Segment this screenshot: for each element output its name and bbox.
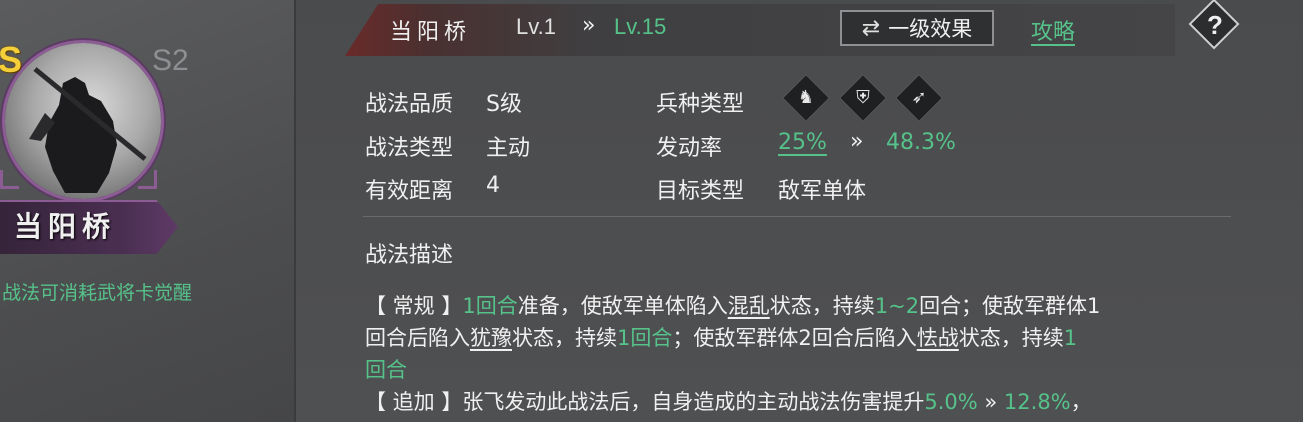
status-term: 混乱 (727, 294, 770, 318)
unit-type-label: 兵种类型 (656, 92, 745, 117)
rate-arrow-icon: » (850, 129, 864, 154)
status-term: 犹豫 (470, 326, 512, 350)
trigger-rate-label: 发动率 (656, 136, 723, 161)
swap-icon: ⇄ (861, 15, 881, 41)
trigger-rate-from: 25% (778, 130, 827, 155)
desc-text: 准备，使敌军单体陷入 (517, 294, 728, 318)
effect-level-label: 一级效果 (888, 17, 973, 41)
awaken-note: 战法可消耗武将卡觉醒 (2, 282, 193, 304)
description-line-3: 回合 (365, 354, 407, 384)
tag-normal: 【 常规 】 (365, 294, 463, 318)
right-panel (296, 0, 1303, 422)
highlight-value: 回合 (365, 358, 407, 382)
arrow-icon: » (977, 390, 1004, 414)
quality-badge: S (0, 39, 23, 80)
header-skill-name: 当阳桥 (390, 20, 472, 45)
effect-level-button[interactable]: ⇄ 一级效果 (840, 10, 994, 46)
highlight-value: 12.8% (1003, 390, 1071, 414)
desc-text: 状态，持续 (512, 326, 617, 350)
desc-text: 回合后陷入 (365, 326, 470, 350)
desc-text: ；使敌军群体2回合后陷入 (672, 326, 917, 350)
level-arrow-icon: » (582, 13, 596, 38)
description-line-4: 【 追加 】张飞发动此战法后，自身造成的主动战法伤害提升5.0% » 12.8%… (365, 386, 1092, 416)
desc-text: 状态，持续 (958, 326, 1064, 350)
skill-name: 当阳桥 (14, 210, 117, 243)
level-from: Lv.1 (516, 14, 556, 39)
status-term: 怯战 (916, 326, 959, 350)
frame-corner (138, 170, 157, 189)
desc-text: 回合；使敌军群体1 (919, 294, 1101, 318)
season-label: S2 (152, 44, 189, 77)
range-label: 有效距离 (365, 179, 454, 204)
description-title: 战法描述 (365, 243, 454, 268)
quality-label: 战法品质 (365, 92, 454, 117)
trigger-rate-to: 48.3% (886, 130, 956, 155)
description-line-2: 回合后陷入犹豫状态，持续1回合；使敌军群体2回合后陷入怯战状态，持续1 (365, 322, 1077, 352)
description-line-1: 【 常规 】1回合准备，使敌军单体陷入混乱状态，持续1~2回合；使敌军群体1 (365, 290, 1100, 320)
highlight-value: 5.0% (924, 390, 978, 414)
target-type-value: 敌军单体 (778, 179, 867, 204)
target-type-label: 目标类型 (656, 179, 745, 204)
desc-text: 状态，持续 (769, 294, 875, 318)
desc-text: ， (1070, 390, 1092, 414)
type-label: 战法类型 (365, 136, 454, 161)
highlight-value: 1回合 (617, 326, 673, 350)
highlight-value: 1回合 (462, 294, 518, 318)
type-value: 主动 (486, 136, 531, 161)
level-to: Lv.15 (614, 14, 667, 39)
guide-link[interactable]: 攻略 (1031, 14, 1075, 46)
frame-corner (0, 170, 19, 189)
highlight-value: 1 (1063, 326, 1078, 350)
range-value: 4 (486, 173, 500, 198)
highlight-value: 1~2 (874, 294, 920, 318)
section-divider (363, 216, 1231, 217)
desc-text: 【 追加 】张飞发动此战法后，自身造成的主动战法伤害提升 (365, 390, 925, 414)
quality-value: S级 (486, 92, 522, 117)
